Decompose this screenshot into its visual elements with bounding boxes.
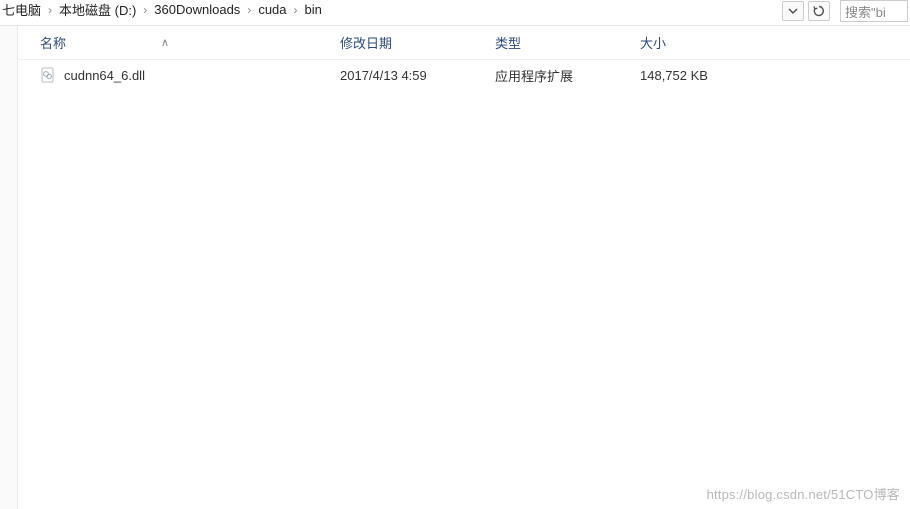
file-row[interactable]: cudnn64_6.dll 2017/4/13 4:59 应用程序扩展 148,… <box>18 60 910 90</box>
breadcrumb-item[interactable]: 360Downloads <box>152 2 242 17</box>
refresh-button[interactable] <box>808 1 830 21</box>
chevron-right-icon: › <box>242 3 256 17</box>
breadcrumb[interactable]: 七电脑 › 本地磁盘 (D:) › 360Downloads › cuda › … <box>0 0 782 19</box>
sidebar-sliver <box>0 26 18 509</box>
breadcrumb-item[interactable]: bin <box>303 2 324 17</box>
file-type: 应用程序扩展 <box>495 66 640 85</box>
watermark-text: https://blog.csdn.net/51CTO博客 <box>707 487 900 502</box>
chevron-right-icon: › <box>138 3 152 17</box>
search-placeholder: 搜索"bi <box>845 2 886 21</box>
file-list-pane: 名称 ∧ 修改日期 类型 大小 cudnn64_6.dll 2017/4/13 … <box>18 26 910 509</box>
breadcrumb-item[interactable]: 本地磁盘 (D:) <box>57 0 138 19</box>
column-header-size[interactable]: 大小 <box>640 33 780 52</box>
breadcrumb-item[interactable]: 七电脑 <box>0 0 43 19</box>
column-header-date[interactable]: 修改日期 <box>340 33 495 52</box>
address-controls: 搜索"bi <box>782 0 910 22</box>
chevron-right-icon: › <box>43 3 57 17</box>
file-name: cudnn64_6.dll <box>64 68 145 83</box>
dll-file-icon <box>40 67 56 83</box>
column-header-name[interactable]: 名称 ∧ <box>40 33 340 52</box>
file-size: 148,752 KB <box>640 68 780 83</box>
watermark: https://blog.csdn.net/51CTO博客 <box>707 484 900 503</box>
search-input[interactable]: 搜索"bi <box>840 0 908 22</box>
chevron-down-icon <box>788 8 798 14</box>
address-bar: 七电脑 › 本地磁盘 (D:) › 360Downloads › cuda › … <box>0 0 910 26</box>
columns-header: 名称 ∧ 修改日期 类型 大小 <box>18 26 910 60</box>
main-area: 名称 ∧ 修改日期 类型 大小 cudnn64_6.dll 2017/4/13 … <box>0 26 910 509</box>
sort-indicator-icon: ∧ <box>161 36 169 49</box>
chevron-right-icon: › <box>289 3 303 17</box>
breadcrumb-item[interactable]: cuda <box>256 2 288 17</box>
address-dropdown-button[interactable] <box>782 1 804 21</box>
column-header-name-label: 名称 <box>40 33 66 52</box>
refresh-icon <box>813 5 825 17</box>
column-header-type[interactable]: 类型 <box>495 33 640 52</box>
file-date: 2017/4/13 4:59 <box>340 68 495 83</box>
